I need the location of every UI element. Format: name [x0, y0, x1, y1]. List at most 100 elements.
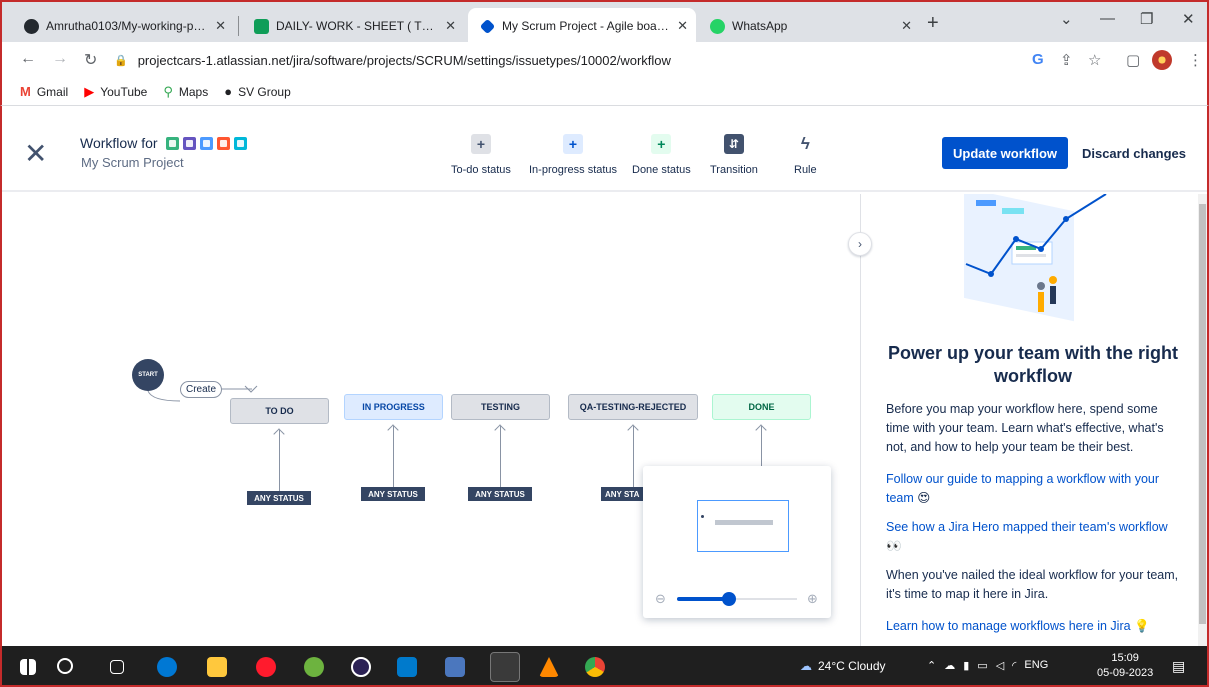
browser-tab-github[interactable]: Amrutha0103/My-working-proje ✕ — [12, 8, 234, 44]
sheets-icon — [254, 19, 269, 34]
status-done[interactable]: DONE — [712, 394, 811, 420]
bookmark-label: Maps — [178, 84, 209, 99]
scrollbar-thumb[interactable] — [1199, 204, 1206, 624]
add-done-status-button[interactable]: + Done status — [632, 134, 691, 176]
restore-button[interactable]: ❐ — [1140, 10, 1153, 28]
add-done-icon: + — [651, 134, 672, 154]
edge-icon[interactable] — [157, 657, 177, 677]
bookmark-label: SV Group — [238, 84, 291, 99]
new-tab-button[interactable]: + — [927, 12, 939, 35]
bookmark-maps[interactable]: ⚲ Maps — [163, 84, 208, 100]
add-todo-icon: + — [470, 134, 491, 154]
panel-link-1-paragraph: Follow our guide to mapping a workflow w… — [886, 470, 1184, 508]
spring-tools-icon[interactable] — [304, 657, 324, 677]
maps-icon: ⚲ — [163, 83, 173, 99]
panel-link-2-paragraph: See how a Jira Hero mapped their team's … — [886, 518, 1184, 556]
search-icon[interactable] — [57, 658, 73, 674]
workflow-header: ✕ Workflow for My Scrum Project + To-do … — [2, 106, 1207, 192]
zoom-slider-handle[interactable] — [722, 592, 736, 606]
notifications-icon[interactable]: ▤ — [1172, 658, 1185, 675]
update-workflow-button[interactable]: Update workflow — [942, 137, 1068, 169]
panel-link-3-paragraph: Learn how to manage workflows here in Ji… — [886, 617, 1184, 636]
browser-tab-jira[interactable]: My Scrum Project - Agile board - ✕ — [468, 8, 696, 44]
close-tab-icon[interactable]: ✕ — [215, 18, 226, 34]
add-rule-button[interactable]: ϟ Rule — [794, 134, 817, 176]
minimap-statuses — [715, 520, 773, 525]
jira-hero-link[interactable]: See how a Jira Hero mapped their team's … — [886, 520, 1168, 534]
reload-icon[interactable]: ↻ — [84, 50, 97, 70]
status-qa-testing-rejected[interactable]: QA-TESTING-REJECTED — [568, 394, 698, 420]
clock[interactable]: 15:09 05-09-2023 — [1097, 651, 1153, 681]
address-bar[interactable]: 🔒 projectcars-1.atlassian.net/jira/softw… — [114, 46, 1104, 74]
create-transition[interactable]: Create — [180, 381, 222, 398]
windows-start-icon[interactable] — [20, 659, 36, 675]
workflow-title-text: Workflow for — [80, 135, 158, 151]
close-editor-icon[interactable]: ✕ — [24, 140, 47, 168]
opera-icon[interactable] — [256, 657, 276, 677]
task-view-icon[interactable] — [110, 660, 124, 674]
manage-workflows-link[interactable]: Learn how to manage workflows here in Ji… — [886, 619, 1131, 633]
vlc-icon[interactable] — [539, 657, 559, 677]
browser-tab-sheets[interactable]: DAILY- WORK - SHEET ( TESTING ✕ — [242, 8, 464, 44]
weather-widget[interactable]: ☁ 24°C Cloudy — [800, 659, 886, 673]
profile-avatar[interactable] — [1152, 50, 1172, 70]
lightbulb-emoji-icon: 💡 — [1134, 619, 1150, 633]
active-app-icon[interactable] — [490, 652, 520, 682]
clock-date: 05-09-2023 — [1097, 667, 1154, 679]
discard-changes-button[interactable]: Discard changes — [1078, 137, 1190, 169]
bookmark-svgroup[interactable]: ● SV Group — [224, 84, 291, 99]
back-icon[interactable]: ← — [20, 50, 36, 68]
vscode-icon[interactable] — [397, 657, 417, 677]
any-status-qa-rejected[interactable]: ANY STA — [601, 487, 645, 501]
minimap-viewport[interactable] — [697, 500, 789, 552]
zoom-out-icon[interactable]: ⊖ — [655, 591, 666, 607]
collapse-panel-button[interactable]: › — [848, 232, 872, 256]
google-icon[interactable]: G — [1032, 51, 1044, 68]
workflow-illustration-icon — [964, 194, 1107, 322]
menu-kebab-icon[interactable]: ⋮ — [1188, 51, 1203, 69]
close-window-button[interactable]: ✕ — [1182, 10, 1195, 28]
postman-icon[interactable] — [445, 657, 465, 677]
usb-icon[interactable]: ▮ — [963, 659, 969, 672]
close-tab-icon[interactable]: ✕ — [445, 18, 456, 34]
volume-icon[interactable]: ◁ — [996, 659, 1004, 672]
onedrive-icon[interactable]: ☁ — [944, 659, 955, 672]
any-status-testing[interactable]: ANY STATUS — [468, 487, 532, 501]
tab-title: Amrutha0103/My-working-proje — [46, 19, 206, 33]
any-status-in-progress[interactable]: ANY STATUS — [361, 487, 425, 501]
status-in-progress[interactable]: IN PROGRESS — [344, 394, 443, 420]
clock-time: 15:09 — [1111, 652, 1139, 664]
status-testing[interactable]: TESTING — [451, 394, 550, 420]
add-inprogress-status-button[interactable]: + In-progress status — [529, 134, 617, 176]
status-todo[interactable]: TO DO — [230, 398, 329, 424]
share-icon[interactable]: ⇪ — [1060, 51, 1073, 69]
bookmark-label: YouTube — [100, 84, 148, 99]
close-tab-icon[interactable]: ✕ — [901, 18, 912, 34]
close-tab-icon[interactable]: ✕ — [677, 18, 688, 34]
file-explorer-icon[interactable] — [207, 657, 227, 677]
wifi-icon[interactable]: ◜ — [1012, 659, 1016, 672]
bookmark-gmail[interactable]: M Gmail — [20, 84, 68, 99]
forward-icon[interactable]: → — [52, 50, 68, 68]
tool-label: Transition — [710, 164, 758, 176]
language-indicator[interactable]: ENG — [1024, 659, 1048, 672]
browser-tab-whatsapp[interactable]: WhatsApp ✕ — [698, 8, 920, 44]
minimize-button[interactable]: — — [1100, 10, 1115, 27]
panel-scrollbar[interactable] — [1198, 194, 1207, 646]
add-todo-status-button[interactable]: + To-do status — [451, 134, 511, 176]
bookmark-youtube[interactable]: ▶ YouTube — [84, 84, 147, 100]
bug-type-icon — [216, 136, 230, 150]
system-tray: ⌃ ☁ ▮ ▭ ◁ ◜ ENG — [927, 659, 1048, 672]
chrome-icon[interactable] — [585, 657, 605, 677]
zoom-in-icon[interactable]: ⊕ — [807, 591, 818, 607]
battery-icon[interactable]: ▭ — [977, 659, 987, 672]
any-status-todo[interactable]: ANY STATUS — [247, 491, 311, 505]
bookmark-star-icon[interactable]: ☆ — [1088, 51, 1101, 69]
start-node[interactable]: START — [132, 359, 164, 391]
tab-search-icon[interactable]: ⌄ — [1060, 10, 1073, 28]
side-panel-icon[interactable]: ▢ — [1126, 51, 1140, 69]
eclipse-icon[interactable] — [351, 657, 371, 677]
add-transition-button[interactable]: ⇵ Transition — [710, 134, 758, 176]
tray-expand-icon[interactable]: ⌃ — [927, 659, 936, 672]
gmail-icon: M — [20, 84, 31, 99]
